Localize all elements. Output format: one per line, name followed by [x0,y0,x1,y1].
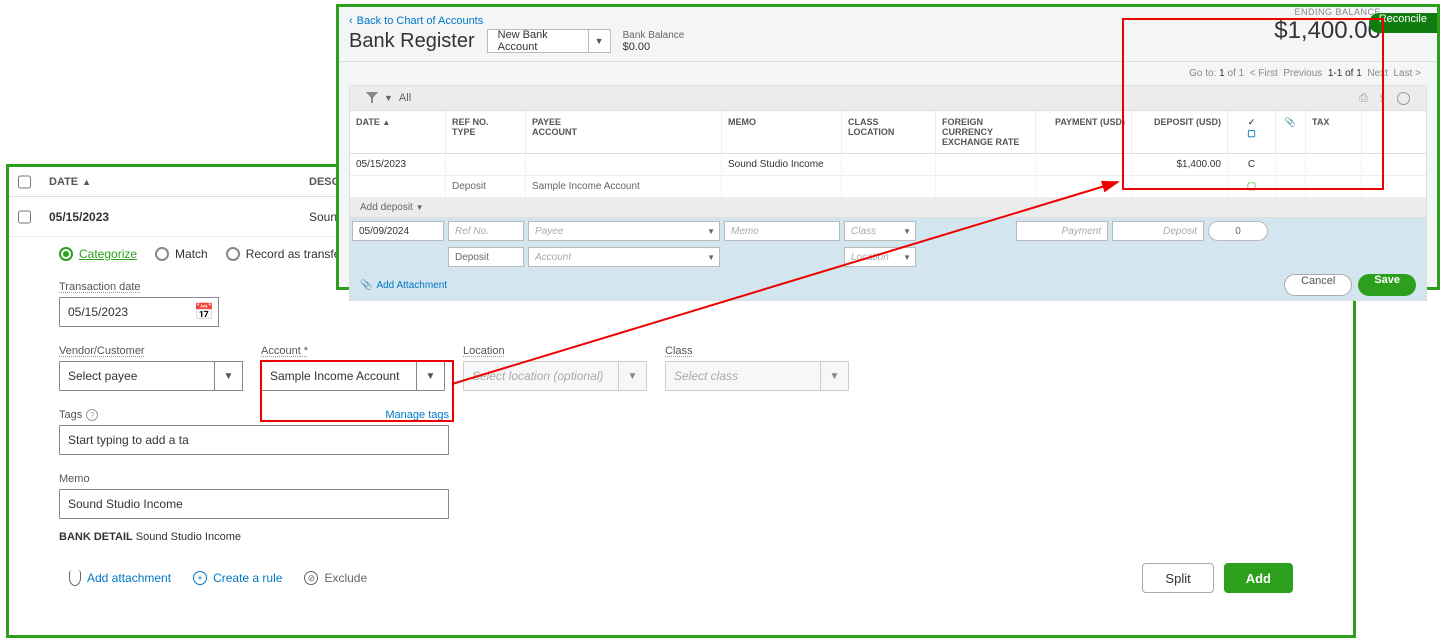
row-checkbox[interactable] [18,210,31,224]
bank-balance-label: Bank Balance [623,30,685,41]
paperclip-icon: 📎 [360,280,372,291]
row-date: 05/15/2023 [39,210,299,224]
col-memo[interactable]: MEMO [722,111,842,153]
transaction-date-field: Transaction date 05/15/2023 📅 [59,281,219,327]
class-label: Class [665,345,849,357]
col-date[interactable]: DATE ▲ [350,111,446,153]
paperclip-icon [69,570,81,586]
location-label: Location [463,345,647,357]
chevron-down-icon: ▼ [588,30,610,52]
edit-zero[interactable]: 0 [1208,221,1268,241]
select-all-checkbox[interactable] [18,175,31,189]
vendor-label: Vendor/Customer [59,345,243,357]
col-payee[interactable]: PAYEEACCOUNT [526,111,722,153]
bank-balance-value: $0.00 [623,41,685,53]
edit-ref[interactable]: Ref No. [448,221,524,241]
memo-input[interactable]: Sound Studio Income [59,489,449,519]
vendor-select[interactable]: Select payee ▼ [59,361,243,391]
exclude-link[interactable]: ⊘ Exclude [304,571,367,585]
col-fx[interactable]: FOREIGN CURRENCYEXCHANGE RATE [936,111,1036,153]
tags-label: Tags [59,409,82,421]
edit-memo[interactable]: Memo [724,221,840,241]
edit-payee[interactable]: Payee▼ [528,221,720,241]
add-deposit-dropdown[interactable]: Add deposit ▼ [350,198,1426,218]
account-label: Account [261,345,445,357]
radio-categorize[interactable]: Categorize [59,247,137,261]
edit-deposit[interactable]: Deposit [1112,221,1204,241]
highlight-account [260,360,454,422]
col-ref[interactable]: REF NO.TYPE [446,111,526,153]
class-select[interactable]: Select class ▼ [665,361,849,391]
edit-account[interactable]: Account▼ [528,247,720,267]
transaction-date-input[interactable]: 05/15/2023 📅 [59,297,219,327]
add-attachment-link[interactable]: Add attachment [69,570,171,586]
chevron-down-icon: ▼ [820,362,848,390]
help-icon[interactable]: ? [86,409,98,421]
col-payment[interactable]: PAYMENT (USD) [1036,111,1132,153]
edit-type[interactable]: Deposit [448,247,524,267]
col-class[interactable]: CLASSLOCATION [842,111,936,153]
highlight-deposit-area [1122,18,1384,190]
bank-detail: BANK DETAIL Sound Studio Income [59,531,1303,543]
edit-class[interactable]: Class▼ [844,221,916,241]
last-page-link[interactable]: Last > [1393,68,1421,79]
save-button[interactable]: Save [1358,274,1416,296]
location-field: Location Select location (optional) ▼ [463,345,647,391]
split-button[interactable]: Split [1142,563,1213,593]
detail-footer: Add attachment + Create a rule ⊘ Exclude… [59,563,1303,593]
back-to-accounts-link[interactable]: ‹ Back to Chart of Accounts [349,15,483,27]
chevron-left-icon: ‹ [349,15,353,27]
filter-all[interactable]: All [399,92,411,104]
page-title: Bank Register [349,30,475,53]
radio-match[interactable]: Match [155,247,208,261]
memo-label: Memo [59,473,449,485]
create-rule-link[interactable]: + Create a rule [193,571,282,585]
calendar-icon[interactable]: 📅 [190,302,218,322]
radio-record-transfer[interactable]: Record as transfer [226,247,345,261]
slash-circle-icon: ⊘ [304,571,318,585]
chevron-down-icon: ▼ [618,362,646,390]
column-date[interactable]: DATE▲ [39,176,299,188]
memo-field: Memo Sound Studio Income [59,473,449,519]
vendor-field: Vendor/Customer Select payee ▼ [59,345,243,391]
class-field: Class Select class ▼ [665,345,849,391]
transaction-date-label: Transaction date [59,281,219,293]
add-button[interactable]: Add [1224,563,1293,593]
tags-field: Tags ? Manage tags Start typing to add a… [59,409,1303,455]
location-select[interactable]: Select location (optional) ▼ [463,361,647,391]
edit-date[interactable]: 05/09/2024 [352,221,444,241]
edit-payment[interactable]: Payment [1016,221,1108,241]
edit-location[interactable]: Location▼ [844,247,916,267]
gear-icon[interactable] [1397,92,1410,105]
cancel-button[interactable]: Cancel [1284,274,1352,296]
edit-add-attachment[interactable]: 📎Add Attachment [360,280,447,291]
plus-circle-icon: + [193,571,207,585]
tags-input[interactable]: Start typing to add a ta [59,425,449,455]
new-entry-row: 05/09/2024 Ref No. Payee▼ Memo Class▼ Pa… [350,218,1426,300]
chevron-down-icon: ▼ [214,362,242,390]
funnel-icon[interactable] [366,92,378,104]
account-selector[interactable]: New Bank Account ▼ [487,29,611,53]
